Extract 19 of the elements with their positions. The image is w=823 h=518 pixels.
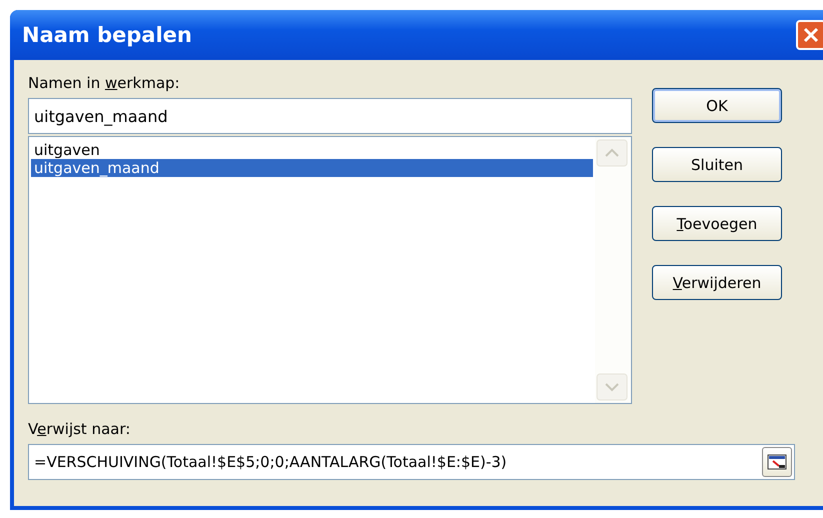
names-label: Namen in werkmap: xyxy=(28,74,181,92)
dialog-button[interactable]: Toevoegen xyxy=(652,206,782,241)
collapse-dialog-button[interactable] xyxy=(762,447,792,477)
formula-text: =VERSCHUIVING(Totaal!$E$5;0;0;AANTALARG(Totaal!$E:$E)-3) xyxy=(34,453,507,471)
refers-to-field[interactable]: =VERSCHUIVING(Totaal!$E$5;0;0;AANTALARG(Totaal!$E:$E)-3) xyxy=(28,444,795,480)
scrollbar[interactable] xyxy=(595,137,631,403)
dialog-button[interactable]: OK xyxy=(652,88,782,123)
window-title: Naam bepalen xyxy=(22,23,192,47)
refers-label: Verwijst naar: xyxy=(28,420,132,438)
dialog-button[interactable]: Verwijderen xyxy=(652,265,782,300)
close-icon xyxy=(802,26,820,44)
close-button[interactable] xyxy=(796,20,823,50)
scroll-up-icon[interactable] xyxy=(596,139,628,167)
list-item[interactable]: uitgaven xyxy=(31,141,593,159)
name-input-field[interactable]: uitgaven_maand xyxy=(28,98,632,134)
scroll-down-icon[interactable] xyxy=(596,373,628,401)
dialog-button[interactable]: Sluiten xyxy=(652,147,782,182)
range-select-icon xyxy=(767,453,787,471)
list-item[interactable]: uitgaven_maand xyxy=(31,159,593,177)
